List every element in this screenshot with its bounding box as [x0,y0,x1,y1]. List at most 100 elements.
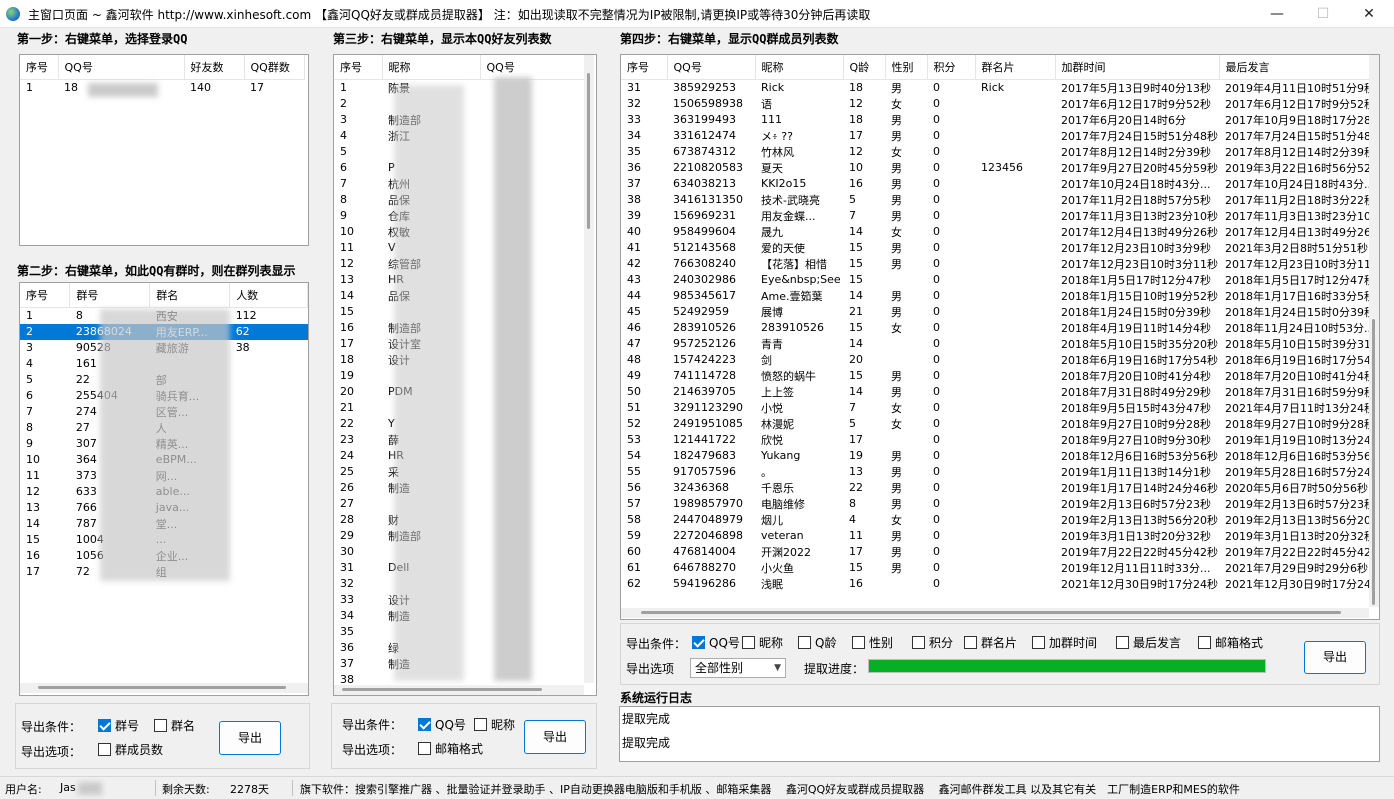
chk-group-name[interactable]: 群名 [154,718,195,734]
table-row[interactable]: 52 2491951085 林漫妮 5 女 0 2018年9月27日10时9分28秒 2018… [621,416,1375,432]
checkbox[interactable] [964,636,977,649]
friend-list-hscrollbar[interactable] [334,685,584,695]
table-row[interactable]: 33 363199493 111 18 男 0 2017年6月20日14时6分 2017年10… [621,112,1375,128]
table-row[interactable]: 59 2272046898 veteran 11 男 0 2019年3月1日13时20分32… [621,528,1375,544]
table-row[interactable]: 1 18 140 17 [20,79,304,95]
chk-member-field[interactable]: 加群时间 [1032,635,1097,651]
checkbox-checked[interactable] [98,719,111,732]
column-header[interactable]: 性别 [885,55,928,80]
table-row[interactable]: 62 594196286 浅眠 16 0 2021年12月30日9时17分24秒 2021年… [621,576,1375,592]
friend-list-vscrollbar[interactable] [584,55,594,683]
checkbox[interactable] [912,636,925,649]
table-row[interactable]: 51 3291123290 小悦 7 女 0 2018年9月5日15时43分47秒 2021年… [621,400,1375,416]
checkbox[interactable] [1116,636,1129,649]
column-header[interactable]: 群名片 [975,55,1056,80]
table-row[interactable]: 46 283910526 283910526 15 女 0 2018年4月19日11时14分… [621,320,1375,336]
chk-member-field[interactable]: 最后发言 [1116,635,1181,651]
chk-friend-qq[interactable]: QQ号 [418,717,466,733]
table-row[interactable]: 48 157424223 剑 20 0 2018年6月19日16时17分54秒 2018年6… [621,352,1375,368]
column-header[interactable]: QQ群数 [244,55,305,80]
group-list[interactable]: 序号群号群名人数18西安112223868024用友ERP...62390528… [19,282,309,696]
table-row[interactable]: 31 385929253 Rick 18 男 0 Rick 2017年5月13日9时40分13… [621,79,1375,96]
table-row[interactable]: 34 331612474 メ፥ ?? 17 男 0 2017年7月24日15时51分48秒 2… [621,128,1375,144]
step4-export-button[interactable]: 导出 [1304,641,1366,674]
chk-member-field[interactable]: 邮箱格式 [1198,635,1263,651]
column-header[interactable]: 序号 [621,55,668,80]
checkbox[interactable] [98,743,111,756]
column-header[interactable]: 序号 [20,55,59,80]
column-header[interactable]: 序号 [20,283,71,308]
table-row[interactable]: 53 121441722 欣悦 17 0 2018年9月27日10时9分30秒 2019年1… [621,432,1375,448]
checkbox-checked[interactable] [692,636,705,649]
checkbox[interactable] [852,636,865,649]
table-row[interactable]: 36 2210820583 夏天 10 男 0 123456 2017年9月27日20时45分… [621,160,1375,176]
table-row[interactable]: 41 512143568 爱的天使 15 男 0 2017年12月23日10时3分9秒 202… [621,240,1375,256]
maximize-button[interactable]: ☐ [1300,0,1346,28]
table-row[interactable]: 50 214639705 上上签 14 男 0 2018年7月31日8时49分29秒 2018… [621,384,1375,400]
checkbox[interactable] [154,719,167,732]
column-header[interactable]: 群号 [69,283,151,308]
minimize-button[interactable]: — [1254,0,1300,28]
step2-export-button[interactable]: 导出 [219,721,281,755]
table-row[interactable]: 45 52492959 展博 21 男 0 2018年1月24日15时0分39秒 2018年1… [621,304,1375,320]
column-header[interactable]: QQ号 [58,55,185,80]
column-header[interactable]: 昵称 [382,55,481,80]
step3-export-button[interactable]: 导出 [524,720,586,754]
checkbox[interactable] [742,636,755,649]
chk-member-field[interactable]: QQ号 [692,635,740,651]
table-row[interactable]: 43 240302986 Eye&nbsp;See 15 0 2018年1月5日17时12… [621,272,1375,288]
table-row[interactable]: 56 32436368 千恩乐 22 男 0 2019年1月17日14时24分46秒 2020… [621,480,1375,496]
checkbox-checked[interactable] [418,718,431,731]
column-header[interactable]: 好友数 [184,55,245,80]
column-header[interactable]: 积分 [927,55,976,80]
chk-member-field[interactable]: Q龄 [798,635,836,651]
column-header[interactable]: QQ号 [667,55,756,80]
chk-group-no[interactable]: 群号 [98,718,139,734]
column-header[interactable]: 最后发言 [1219,55,1376,80]
table-row[interactable]: 55 917057596 。 13 男 0 2019年1月11日13时14分1秒 2019年5… [621,464,1375,480]
checkbox[interactable] [1198,636,1211,649]
column-header[interactable]: 序号 [334,55,383,80]
column-header[interactable]: Q龄 [843,55,886,80]
column-header[interactable]: 群名 [149,283,231,308]
chk-member-field[interactable]: 积分 [912,635,953,651]
checkbox[interactable] [418,742,431,755]
table-row[interactable]: 54 182479683 Yukang 19 男 0 2018年12月6日16时53分56秒… [621,448,1375,464]
checkbox[interactable] [1032,636,1045,649]
friend-list[interactable]: 序号昵称QQ号1陈景23制造部4浙江56P7杭州8品保9仓库10权敏11V12综… [333,54,597,696]
column-header[interactable]: QQ号 [480,55,587,80]
table-row[interactable]: 60 476814004 开渊2022 17 男 0 2019年7月22日22时45分42秒… [621,544,1375,560]
column-header[interactable]: 人数 [229,283,308,308]
table-row[interactable]: 57 1989857970 电脑维修 8 男 0 2019年2月13日6时57分23秒 201… [621,496,1375,512]
member-list-vscrollbar[interactable] [1369,55,1379,607]
gender-select[interactable]: 全部性别 ▼ [690,658,786,678]
chk-friend-nick[interactable]: 昵称 [474,717,515,733]
chk-friend-mail[interactable]: 邮箱格式 [418,741,483,757]
table-row[interactable]: 40 958499604 晟九 14 女 0 2017年12月4日13时49分26秒 2017… [621,224,1375,240]
member-list-hscrollbar[interactable] [621,608,1369,618]
checkbox[interactable] [798,636,811,649]
table-row[interactable]: 38 3416131350 技术-武晓亮 5 男 0 2017年11月2日18时57分5秒 2… [621,192,1375,208]
table-row[interactable]: 58 2447048979 烟儿 4 女 0 2019年2月13日13时56分20秒 2019… [621,512,1375,528]
table-row[interactable]: 35 673874312 竹林风 12 女 0 2017年8月12日14时2分39秒 2017… [621,144,1375,160]
log-box[interactable]: 提取完成 提取完成 [619,706,1380,762]
chk-member-field[interactable]: 群名片 [964,635,1017,651]
table-row[interactable]: 32 1506598938 语 12 女 0 2017年6月12日17时9分52秒 2017年… [621,96,1375,112]
login-qq-list[interactable]: 序号 QQ号 好友数 QQ群数 1 18 140 17 [19,54,309,246]
chk-member-field[interactable]: 性别 [852,635,893,651]
table-row[interactable]: 47 957252126 青青 14 0 2018年5月10日15时35分20秒 2018年… [621,336,1375,352]
table-row[interactable]: 44 985345617 Ame.壹筎葉 14 男 0 2018年1月15日10时19分52… [621,288,1375,304]
column-header[interactable]: 加群时间 [1055,55,1220,80]
group-list-hscrollbar[interactable] [20,683,308,693]
table-row[interactable]: 49 741114728 愤怒的蜗牛 15 男 0 2018年7月20日10时41分4秒 20… [621,368,1375,384]
member-list[interactable]: 序号 QQ号 昵称 Q龄 性别 积分 群名片 加群时间 最后发言 31 385929253 Rick 1… [620,54,1380,620]
table-row[interactable]: 37 634038213 KKI2o15 16 男 0 2017年10月24日18时43分.… [621,176,1375,192]
column-header[interactable]: 昵称 [755,55,844,80]
chk-member-field[interactable]: 昵称 [742,635,783,651]
table-row[interactable]: 39 156969231 用友金蝶... 7 男 0 2017年11月3日13时23分10秒… [621,208,1375,224]
close-button[interactable]: ✕ [1346,0,1392,28]
checkbox[interactable] [474,718,487,731]
chk-member-count[interactable]: 群成员数 [98,742,163,758]
table-row[interactable]: 42 766308240 【花落】相惜 15 男 0 2017年12月23日10时3分11秒… [621,256,1375,272]
table-row[interactable]: 61 646788270 小火鱼 15 男 0 2019年12月11日11时33分... 20… [621,560,1375,576]
